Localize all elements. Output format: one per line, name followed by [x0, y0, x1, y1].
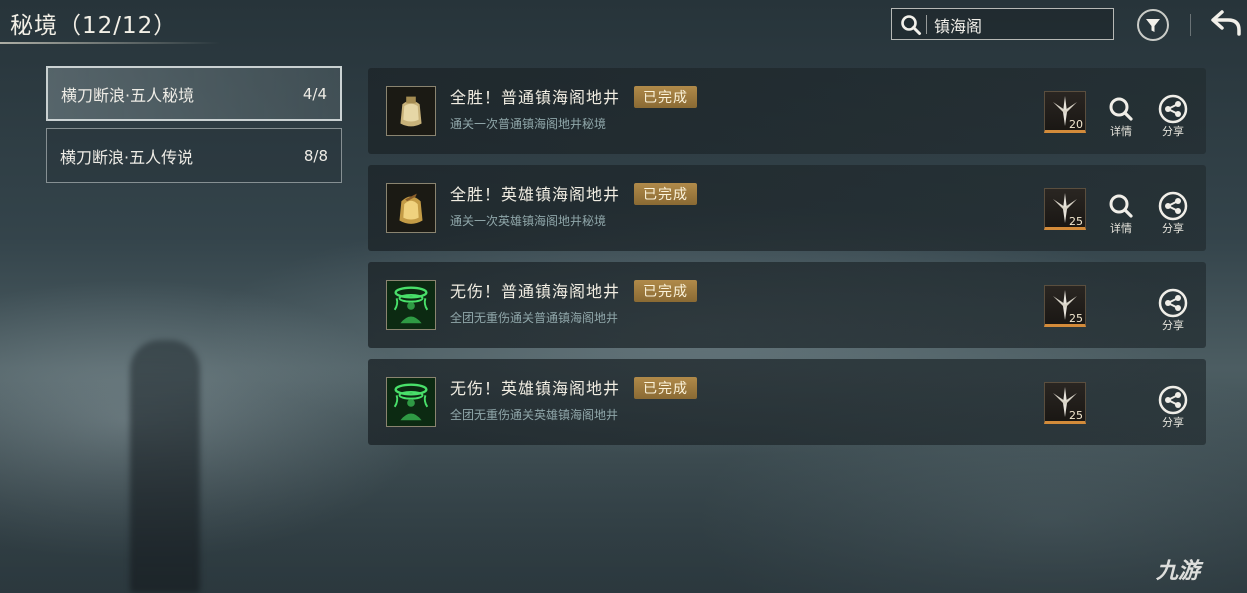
filter-button[interactable]	[1137, 9, 1169, 41]
achievement-card: 无伤！英雄镇海阁地井 已完成 全团无重伤通关英雄镇海阁地井 25 分享	[368, 359, 1206, 445]
completed-badge: 已完成	[634, 183, 698, 205]
share-icon	[1158, 288, 1188, 318]
background-figure	[130, 340, 200, 593]
gold-bag-ornate-icon	[386, 183, 436, 233]
back-button[interactable]	[1208, 6, 1244, 40]
search-icon	[901, 15, 921, 35]
share-icon	[1158, 191, 1188, 221]
achievement-desc: 全团无重伤通关普通镇海阁地井	[450, 311, 619, 325]
achievement-title-text: 无伤！普通镇海阁地井	[450, 282, 621, 301]
green-meditation-icon	[386, 377, 436, 427]
gold-bag-icon	[386, 86, 436, 136]
share-label: 分享	[1162, 222, 1184, 235]
detail-button[interactable]: 详情	[1104, 94, 1138, 138]
share-label: 分享	[1162, 319, 1184, 332]
reward-item[interactable]: 20	[1044, 91, 1086, 133]
filter-icon	[1146, 19, 1160, 32]
search-input[interactable]	[932, 13, 1106, 37]
achievement-card: 全胜！普通镇海阁地井 已完成 通关一次普通镇海阁地井秘境 20 详情 分享	[368, 68, 1206, 154]
achievement-desc: 通关一次英雄镇海阁地井秘境	[450, 214, 607, 228]
page-title: 秘境（12/12）	[10, 13, 178, 39]
share-button[interactable]: 分享	[1156, 385, 1190, 429]
detail-button[interactable]: 详情	[1104, 191, 1138, 235]
share-button[interactable]: 分享	[1156, 191, 1190, 235]
green-meditation-icon	[386, 280, 436, 330]
reward-count: 25	[1069, 409, 1083, 422]
sidebar-item-label: 横刀断浪·五人秘境	[61, 85, 195, 105]
detail-label: 详情	[1110, 125, 1132, 138]
share-label: 分享	[1162, 416, 1184, 429]
reward-item[interactable]: 25	[1044, 382, 1086, 424]
achievement-desc: 通关一次普通镇海阁地井秘境	[450, 117, 607, 131]
achievement-desc: 全团无重伤通关英雄镇海阁地井	[450, 408, 619, 422]
achievement-card: 无伤！普通镇海阁地井 已完成 全团无重伤通关普通镇海阁地井 25 分享	[368, 262, 1206, 348]
share-button[interactable]: 分享	[1156, 94, 1190, 138]
search-divider	[926, 15, 927, 34]
reward-item[interactable]: 25	[1044, 285, 1086, 327]
reward-count: 25	[1069, 215, 1083, 228]
back-arrow-icon	[1211, 10, 1241, 36]
title-underline	[0, 42, 220, 44]
achievement-title: 全胜！英雄镇海阁地井 已完成	[450, 181, 698, 205]
sidebar-item-count: 8/8	[303, 146, 328, 165]
achievement-title: 全胜！普通镇海阁地井 已完成	[450, 84, 698, 108]
detail-label: 详情	[1110, 222, 1132, 235]
achievement-title-text: 无伤！英雄镇海阁地井	[450, 379, 621, 398]
reward-count: 25	[1069, 312, 1083, 325]
share-icon	[1158, 385, 1188, 415]
completed-badge: 已完成	[634, 280, 698, 302]
completed-badge: 已完成	[634, 86, 698, 108]
detail-search-icon	[1109, 97, 1133, 121]
header-separator	[1190, 14, 1191, 36]
sidebar-item-five-person-legend[interactable]: 横刀断浪·五人传说 8/8	[46, 128, 342, 183]
sidebar-item-count: 4/4	[302, 84, 327, 103]
achievement-title-text: 全胜！普通镇海阁地井	[450, 88, 621, 107]
share-button[interactable]: 分享	[1156, 288, 1190, 332]
reward-count: 20	[1069, 118, 1083, 131]
achievement-title-text: 全胜！英雄镇海阁地井	[450, 185, 621, 204]
achievement-title: 无伤！普通镇海阁地井 已完成	[450, 278, 698, 302]
detail-search-icon	[1109, 194, 1133, 218]
reward-item[interactable]: 25	[1044, 188, 1086, 230]
share-icon	[1158, 94, 1188, 124]
watermark-logo: 九游	[1156, 559, 1201, 584]
sidebar-item-five-person-secret[interactable]: 横刀断浪·五人秘境 4/4	[46, 66, 342, 121]
achievement-title: 无伤！英雄镇海阁地井 已完成	[450, 375, 698, 399]
achievement-card: 全胜！英雄镇海阁地井 已完成 通关一次英雄镇海阁地井秘境 25 详情 分享	[368, 165, 1206, 251]
search-box[interactable]	[891, 8, 1114, 40]
completed-badge: 已完成	[634, 377, 698, 399]
sidebar-item-label: 横刀断浪·五人传说	[60, 147, 194, 167]
share-label: 分享	[1162, 125, 1184, 138]
